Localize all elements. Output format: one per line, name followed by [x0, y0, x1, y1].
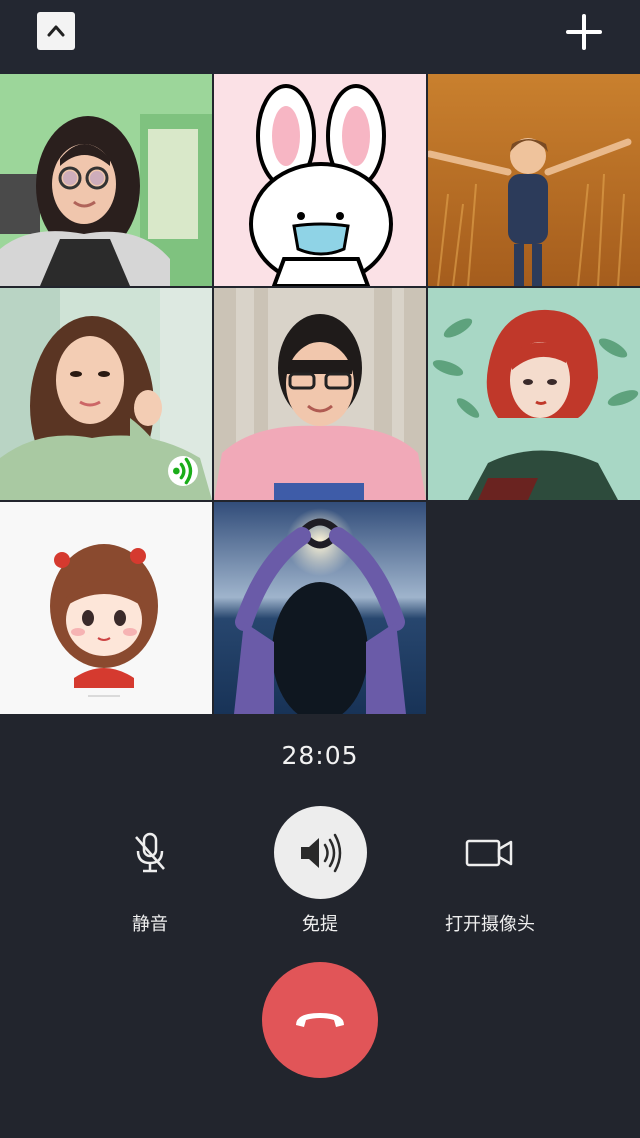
speaker-button[interactable]: [273, 806, 367, 899]
call-timer: 28:05: [281, 741, 359, 770]
chevron-up-icon: [47, 25, 65, 37]
participant-6-avatar[interactable]: [428, 288, 640, 500]
mute-button[interactable]: [104, 806, 197, 899]
participant-5-video[interactable]: [214, 288, 426, 500]
participant-7-avatar[interactable]: [0, 502, 212, 714]
participant-8-avatar[interactable]: [214, 502, 426, 714]
microphone-muted-icon: [135, 832, 165, 872]
speaking-indicator: [168, 456, 198, 486]
hang-up-button[interactable]: [262, 962, 378, 1078]
top-bar: [0, 0, 640, 74]
hang-up-phone-icon: [296, 1013, 344, 1027]
participant-3-avatar[interactable]: [428, 74, 640, 286]
plus-icon: [566, 14, 602, 50]
speaker-control[interactable]: 免提: [240, 806, 400, 936]
participant-4-video[interactable]: [0, 288, 212, 500]
video-camera-icon: [465, 839, 513, 866]
camera-button[interactable]: [444, 806, 537, 899]
mute-control[interactable]: 静音: [70, 806, 230, 936]
add-participant-button[interactable]: [566, 14, 602, 50]
camera-control[interactable]: 打开摄像头: [410, 806, 570, 936]
speaking-waves-icon: [173, 457, 193, 485]
speaker-icon: [301, 833, 342, 872]
participant-2-avatar[interactable]: [214, 74, 426, 286]
participant-1-video[interactable]: [0, 74, 212, 286]
participant-grid: [0, 74, 640, 714]
camera-label: 打开摄像头: [445, 914, 535, 935]
minimize-call-button[interactable]: [37, 12, 75, 50]
mute-label: 静音: [132, 914, 168, 935]
speaker-label: 免提: [302, 914, 338, 935]
